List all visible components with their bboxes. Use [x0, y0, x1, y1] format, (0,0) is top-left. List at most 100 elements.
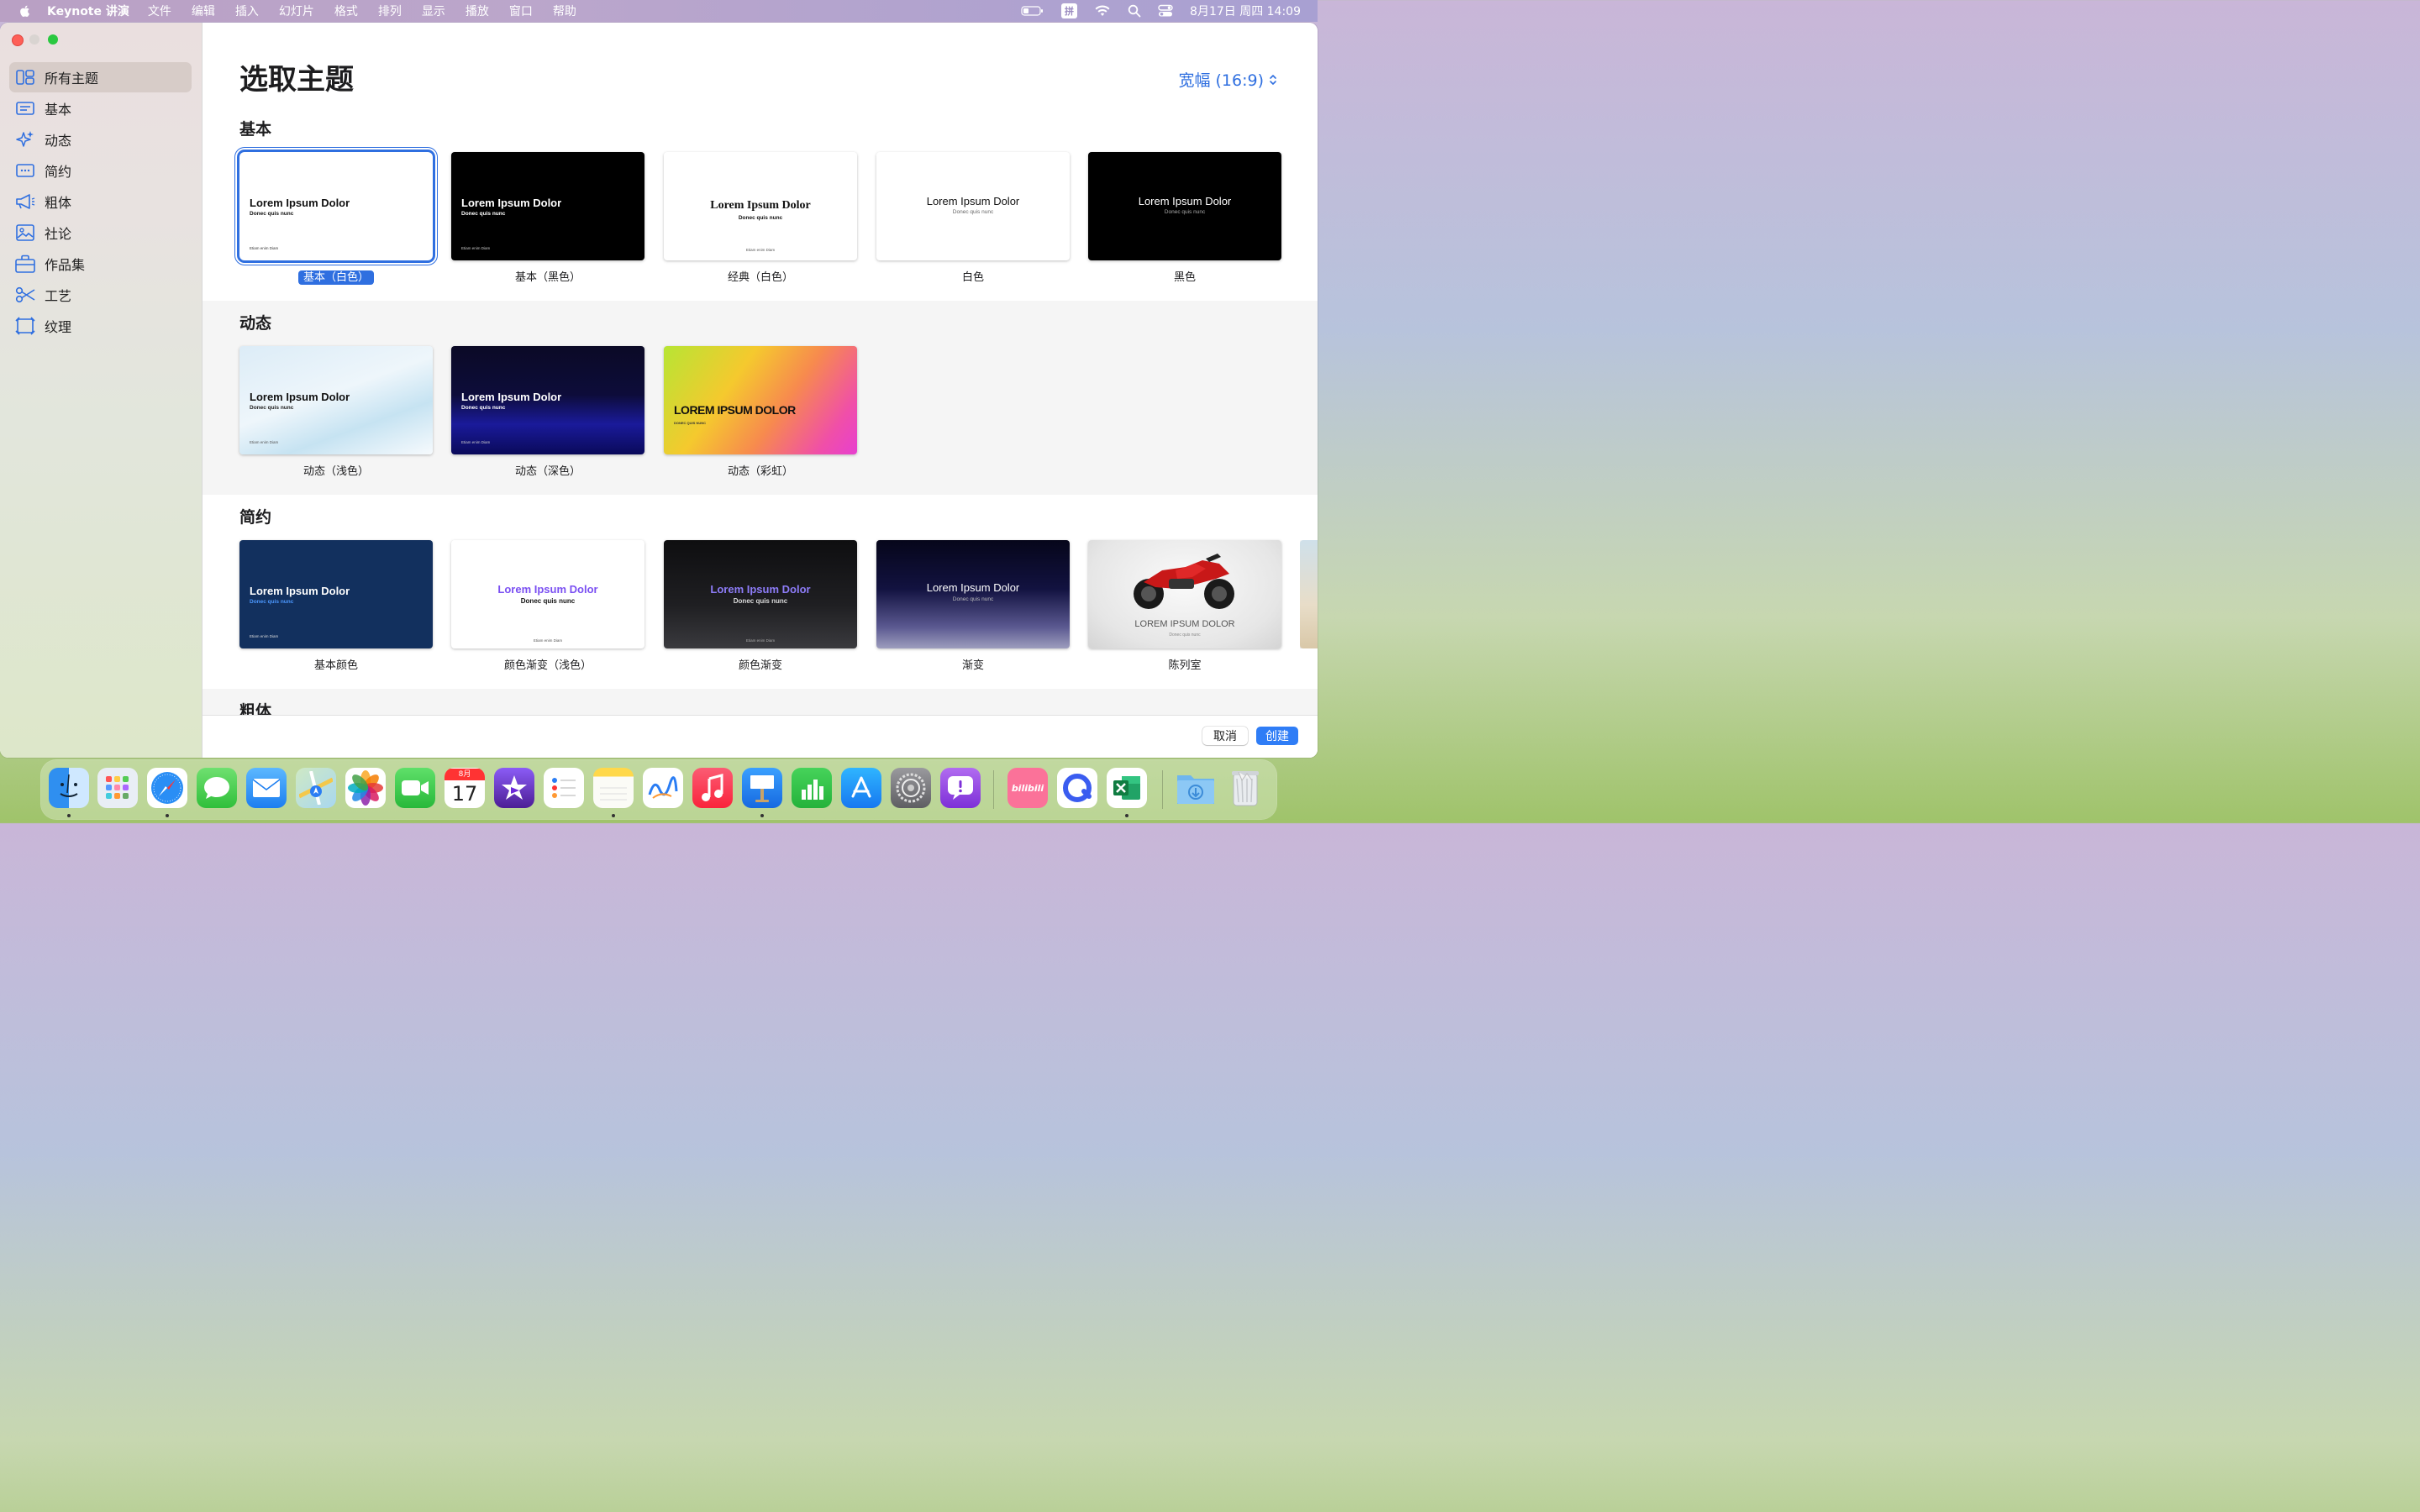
theme-browser: 选取主题 宽幅 (16:9) 基本 Lorem Ipsum Dolor Done… — [203, 23, 1318, 758]
theme-dynamic-light[interactable]: Lorem Ipsum Dolor Donec quis nunc Etiam … — [239, 346, 433, 478]
menu-format[interactable]: 格式 — [334, 3, 358, 19]
launchpad-icon[interactable] — [97, 768, 138, 808]
theme-thumbnail: Lorem Ipsum Dolor Donec quis nunc — [1088, 152, 1281, 260]
numbers-icon[interactable] — [792, 768, 832, 808]
system-settings-icon[interactable] — [891, 768, 931, 808]
create-button[interactable]: 创建 — [1256, 727, 1298, 745]
battery-icon[interactable] — [1021, 5, 1044, 17]
theme-dynamic-rainbow[interactable]: LOREM IPSUM DOLOR DONEC QUIS NUNC 动态（彩虹） — [664, 346, 857, 478]
facetime-icon[interactable] — [395, 768, 435, 808]
thumb-title: Lorem Ipsum Dolor — [710, 583, 811, 596]
menu-edit[interactable]: 编辑 — [192, 3, 215, 19]
theme-basic-black[interactable]: Lorem Ipsum Dolor Donec quis nunc Etiam … — [451, 152, 644, 284]
theme-thumbnail: Lorem Ipsum Dolor Donec quis nunc Etiam … — [451, 152, 644, 260]
safari-icon[interactable] — [147, 768, 187, 808]
feedback-icon[interactable] — [940, 768, 981, 808]
thumb-title: Lorem Ipsum Dolor — [1138, 195, 1232, 207]
excel-icon[interactable] — [1107, 768, 1147, 808]
sidebar-item-dynamic[interactable]: 动态 — [9, 124, 192, 155]
sidebar-item-editorial[interactable]: 社论 — [9, 218, 192, 248]
theme-color-gradient[interactable]: Lorem Ipsum Dolor Donec quis nunc Etiam … — [664, 540, 857, 672]
sidebar-item-craft[interactable]: 工艺 — [9, 280, 192, 310]
minimize-window-button[interactable] — [29, 34, 39, 45]
sidebar-item-portfolio[interactable]: 作品集 — [9, 249, 192, 279]
notes-icon[interactable] — [593, 768, 634, 808]
theme-label: 黑色 — [1173, 271, 1196, 284]
photos-icon[interactable] — [345, 768, 386, 808]
trash-icon[interactable] — [1225, 768, 1265, 808]
theme-basic-white[interactable]: Lorem Ipsum Dolor Donec quis nunc Etiam … — [239, 152, 433, 285]
sidebar-item-label: 简约 — [45, 164, 72, 180]
thumb-title: Lorem Ipsum Dolor — [926, 581, 1020, 594]
calendar-day: 17 — [451, 782, 478, 806]
control-center-icon[interactable] — [1158, 4, 1173, 18]
app-store-icon[interactable] — [841, 768, 881, 808]
calendar-month: 8月 — [445, 769, 485, 780]
menu-play[interactable]: 播放 — [466, 3, 489, 19]
imovie-icon[interactable] — [494, 768, 534, 808]
sidebar-item-texture[interactable]: 纹理 — [9, 311, 192, 341]
theme-label: 动态（深色） — [514, 465, 581, 478]
menu-view[interactable]: 显示 — [422, 3, 445, 19]
grid-icon — [14, 68, 36, 87]
menu-slide[interactable]: 幻灯片 — [279, 3, 314, 19]
theme-color-gradient-light[interactable]: Lorem Ipsum Dolor Donec quis nunc Etiam … — [451, 540, 644, 672]
menu-help[interactable]: 帮助 — [553, 3, 576, 19]
apple-menu-icon[interactable] — [18, 4, 32, 18]
mail-icon[interactable] — [246, 768, 287, 808]
input-method-icon[interactable]: 拼 — [1061, 3, 1078, 18]
theme-gradient[interactable]: Lorem Ipsum Dolor Donec quis nunc 渐变 — [876, 540, 1070, 672]
close-window-button[interactable] — [12, 34, 24, 46]
zoom-window-button[interactable] — [48, 34, 58, 45]
music-icon[interactable] — [692, 768, 733, 808]
sidebar-item-bold[interactable]: 粗体 — [9, 186, 192, 217]
theme-dynamic-dark[interactable]: Lorem Ipsum Dolor Donec quis nunc Etiam … — [451, 346, 644, 478]
menu-insert[interactable]: 插入 — [235, 3, 259, 19]
thumb-title: Lorem Ipsum Dolor — [461, 391, 562, 403]
menu-arrange[interactable]: 排列 — [378, 3, 402, 19]
theme-partial-next[interactable] — [1300, 540, 1318, 648]
thumb-title: Lorem Ipsum Dolor — [250, 197, 350, 209]
keynote-icon[interactable] — [742, 768, 782, 808]
spotlight-search-icon[interactable] — [1128, 4, 1141, 18]
briefcase-icon — [14, 255, 36, 273]
freeform-icon[interactable] — [643, 768, 683, 808]
sidebar-item-label: 粗体 — [45, 195, 72, 211]
theme-classic-white[interactable]: Lorem Ipsum Dolor Donec quis nunc Etiam … — [664, 152, 857, 284]
sidebar-item-all-themes[interactable]: 所有主题 — [9, 62, 192, 92]
sidebar-item-label: 工艺 — [45, 288, 72, 304]
running-indicator — [166, 814, 169, 817]
theme-label: 白色 — [961, 271, 984, 284]
sidebar-item-minimal[interactable]: 简约 — [9, 155, 192, 186]
messages-icon[interactable] — [197, 768, 237, 808]
section-title: 动态 — [239, 314, 272, 333]
maps-icon[interactable] — [296, 768, 336, 808]
slide-size-popup[interactable]: 宽幅 (16:9) — [1178, 68, 1277, 91]
reminders-icon[interactable] — [544, 768, 584, 808]
thumb-footer: Etiam enim Diam — [250, 440, 279, 444]
running-indicator — [612, 814, 615, 817]
finder-icon[interactable] — [49, 768, 89, 808]
theme-label: 陈列室 — [1168, 659, 1202, 672]
theme-white[interactable]: Lorem Ipsum Dolor Donec quis nunc 白色 — [876, 152, 1070, 284]
theme-showroom[interactable]: LOREM IPSUM DOLOR Donec quis nunc 陈列室 — [1088, 540, 1281, 672]
theme-label: 颜色渐变 — [738, 659, 782, 672]
bilibili-icon[interactable]: bilibili — [1007, 768, 1048, 808]
theme-basic-color[interactable]: Lorem Ipsum Dolor Donec quis nunc Etiam … — [239, 540, 433, 672]
theme-label: 颜色渐变（浅色） — [503, 659, 592, 672]
wifi-icon[interactable] — [1094, 4, 1111, 18]
menubar-clock[interactable]: 8月17日 周四 14:09 — [1190, 3, 1301, 19]
app-name-menu[interactable]: Keynote 讲演 — [47, 3, 129, 19]
bilibili-logo-text: bilibili — [1011, 782, 1044, 794]
calendar-icon[interactable]: 8月 17 — [445, 768, 485, 808]
thumb-subtitle: Donec quis nunc — [250, 599, 294, 605]
sidebar-item-basic[interactable]: 基本 — [9, 93, 192, 123]
theme-black[interactable]: Lorem Ipsum Dolor Donec quis nunc 黑色 — [1088, 152, 1281, 284]
browser-icon[interactable] — [1057, 768, 1097, 808]
menu-window[interactable]: 窗口 — [509, 3, 533, 19]
menu-file[interactable]: 文件 — [148, 3, 171, 19]
sparkles-icon — [14, 130, 36, 149]
cancel-button[interactable]: 取消 — [1202, 727, 1248, 745]
downloads-icon[interactable] — [1176, 768, 1216, 808]
dots-box-icon — [14, 161, 36, 180]
